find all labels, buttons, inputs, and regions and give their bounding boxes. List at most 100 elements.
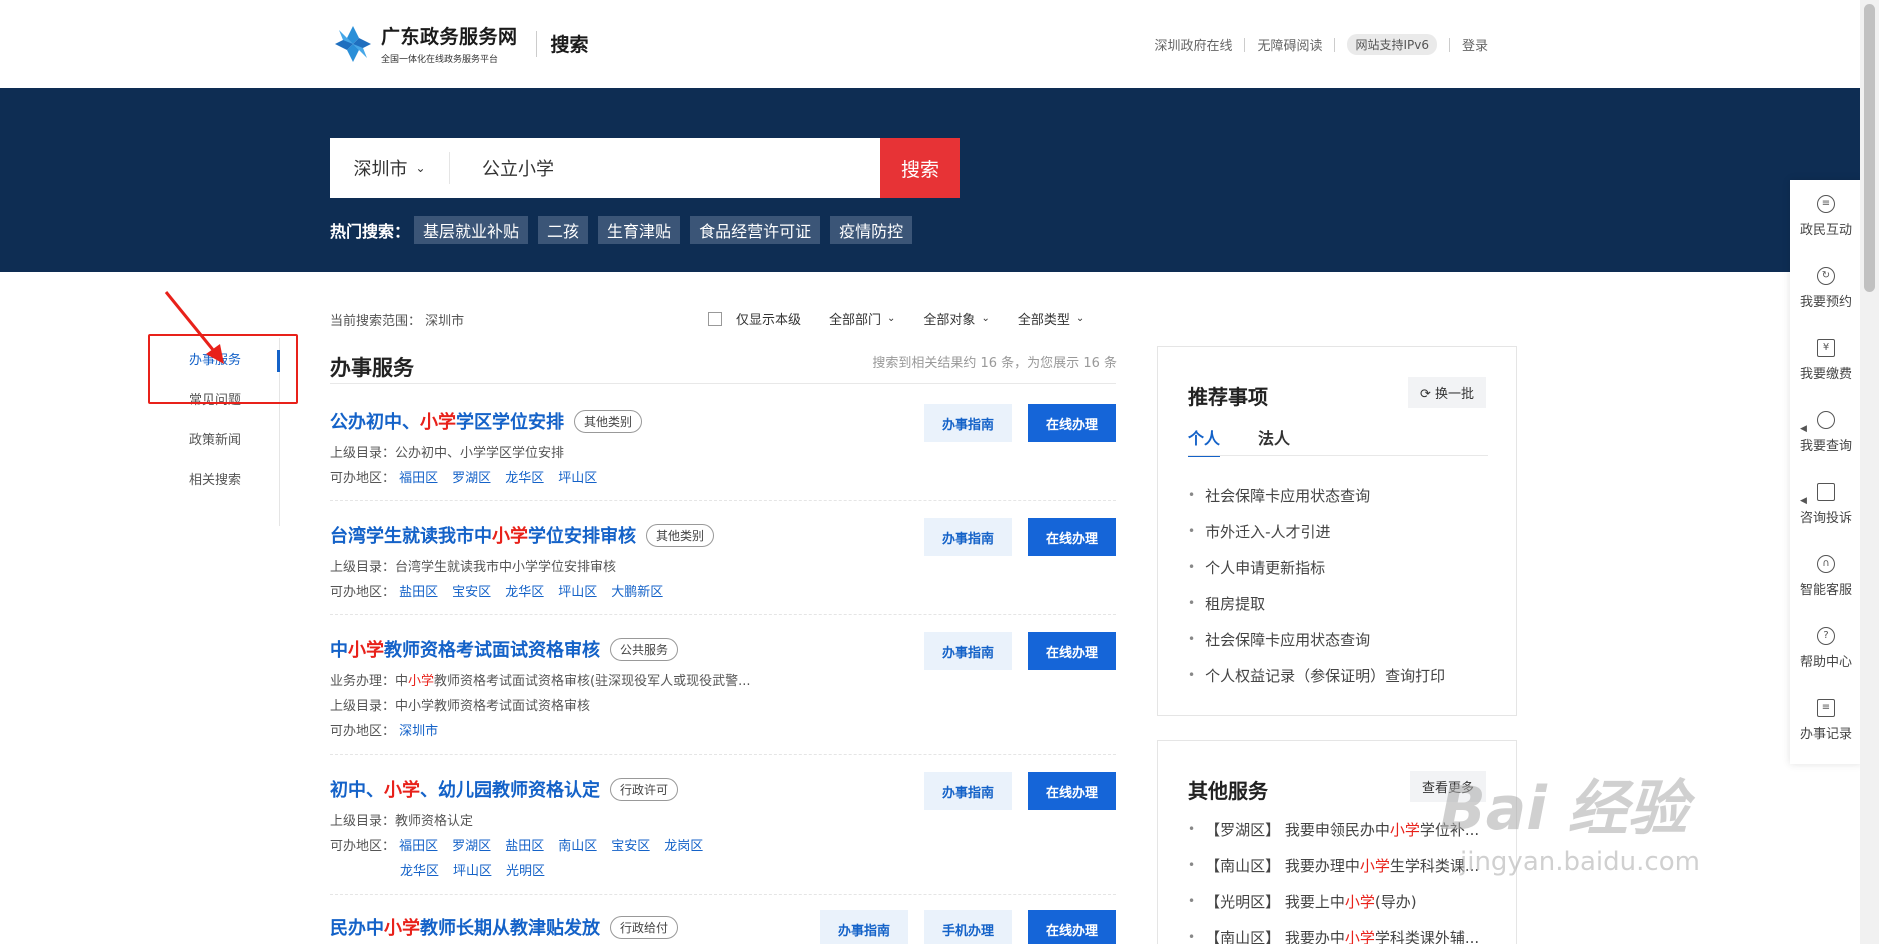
area-link[interactable]: 龙华区: [400, 864, 439, 879]
site-logo[interactable]: 广东政务服务网 全国一体化在线政务服务平台 搜索: [333, 22, 589, 65]
guide-button[interactable]: 办事指南: [924, 518, 1012, 556]
guide-button[interactable]: 办事指南: [924, 632, 1012, 670]
guide-button[interactable]: 办事指南: [820, 910, 908, 944]
search-input[interactable]: 公立小学: [450, 138, 880, 198]
hot-tag[interactable]: 生育津贴: [598, 216, 681, 244]
title-text: 公办初中、: [330, 412, 420, 433]
meta-label: 上级目录：: [330, 814, 396, 829]
toolbar-records[interactable]: ≡ 办事记录: [1790, 684, 1862, 756]
area-link[interactable]: 福田区: [399, 471, 438, 486]
filter-target[interactable]: 全部对象 ⌄: [923, 309, 989, 328]
watermark-sub: jingyan.baidu.com: [1460, 847, 1700, 877]
area-link[interactable]: 罗湖区: [452, 471, 491, 486]
refresh-icon: ⟳: [1419, 387, 1435, 402]
list-item[interactable]: 个人申请更新指标: [1188, 549, 1445, 585]
business-line: 业务办理：中小学教师资格考试面试资格审核(驻深现役军人或现役武警...: [330, 670, 1116, 689]
refresh-button[interactable]: ⟳ 换一批: [1407, 377, 1486, 408]
area-list: 可办地区： 深圳市: [330, 720, 1116, 739]
hot-tag[interactable]: 食品经营许可证: [690, 216, 821, 244]
divider: [330, 894, 1116, 895]
tab-legal[interactable]: 法人: [1258, 425, 1290, 457]
toolbar-help[interactable]: ? 帮助中心: [1790, 612, 1862, 684]
link-shenzhen-gov[interactable]: 深圳政府在线: [1154, 35, 1232, 54]
caret-left-icon: ◀: [1800, 496, 1807, 506]
area-link[interactable]: 坪山区: [453, 864, 492, 879]
recommend-list: 社会保障卡应用状态查询 市外迁入-人才引进 个人申请更新指标 租房提取 社会保障…: [1188, 477, 1445, 693]
area-link[interactable]: 罗湖区: [452, 839, 491, 854]
only-this-level-checkbox[interactable]: [708, 311, 722, 326]
area-link[interactable]: 深圳市: [399, 724, 438, 739]
meta-label: 可办地区：: [330, 839, 396, 854]
list-item[interactable]: 个人权益记录（参保证明）查询打印: [1188, 657, 1445, 693]
guide-button[interactable]: 办事指南: [924, 772, 1012, 810]
toolbar-complaint[interactable]: ◀ 咨询投诉: [1790, 468, 1862, 540]
online-button[interactable]: 在线办理: [1028, 404, 1116, 442]
parent-dir: 上级目录：中小学教师资格考试面试资格审核: [330, 695, 1116, 714]
online-button[interactable]: 在线办理: [1028, 772, 1116, 810]
chevron-down-icon: ⌄: [887, 313, 896, 324]
title-highlight: 小学: [420, 412, 456, 433]
only-this-level-label[interactable]: 仅显示本级: [736, 309, 801, 328]
hot-tag[interactable]: 基层就业补贴: [414, 216, 529, 244]
category-badge: 行政给付: [610, 915, 679, 939]
filter-dept[interactable]: 全部部门 ⌄: [829, 309, 895, 328]
area-link[interactable]: 坪山区: [558, 585, 597, 600]
mobile-button[interactable]: 手机办理: [924, 910, 1012, 944]
area-link[interactable]: 盐田区: [505, 839, 544, 854]
area-link[interactable]: 盐田区: [399, 585, 438, 600]
meta-value: 中: [395, 674, 409, 689]
area-link[interactable]: 光明区: [506, 864, 545, 879]
nav-item-related[interactable]: 相关搜索: [150, 458, 280, 498]
list-item[interactable]: 社会保障卡应用状态查询: [1188, 621, 1445, 657]
category-badge: 其他类别: [646, 523, 715, 547]
title-text: 初中、: [330, 780, 384, 801]
result-item: 中小学 教师资格考试面试资格审核 公共服务 业务办理：中小学教师资格考试面试资格审…: [330, 632, 1116, 739]
login-link[interactable]: 登录: [1462, 35, 1488, 54]
list-item[interactable]: 市外迁入-人才引进: [1188, 513, 1445, 549]
site-subtitle: 全国一体化在线政务服务平台: [381, 55, 499, 65]
divider: [330, 754, 1116, 755]
search-button[interactable]: 搜索: [880, 138, 960, 198]
item-text: 【南山区】 我要办理中: [1205, 856, 1360, 875]
toolbar-query[interactable]: ◀ 我要查询: [1790, 396, 1862, 468]
filter-bar: 仅显示本级 全部部门 ⌄ 全部对象 ⌄ 全部类型 ⌄: [708, 309, 1112, 328]
hot-tag[interactable]: 二孩: [538, 216, 589, 244]
list-item[interactable]: 【南山区】 我要办中小学学科类课外辅...: [1188, 919, 1498, 944]
online-button[interactable]: 在线办理: [1028, 910, 1116, 944]
link-accessibility[interactable]: 无障碍阅读: [1257, 35, 1322, 54]
clipboard-icon: ≡: [1817, 698, 1835, 717]
page-scrollbar[interactable]: [1860, 0, 1879, 944]
toolbar-appointment[interactable]: ↻ 我要预约: [1790, 252, 1862, 324]
guide-button[interactable]: 办事指南: [924, 404, 1012, 442]
hot-tag[interactable]: 疫情防控: [830, 216, 913, 244]
area-link[interactable]: 坪山区: [558, 471, 597, 486]
message-icon: [1817, 482, 1835, 501]
toolbar-interaction[interactable]: ≡ 政民互动: [1790, 180, 1862, 252]
toolbar-payment[interactable]: ¥ 我要缴费: [1790, 324, 1862, 396]
scrollbar-thumb[interactable]: [1864, 4, 1875, 292]
meta-label: 上级目录：: [330, 560, 396, 575]
city-select[interactable]: 深圳市 ⌄: [330, 152, 450, 184]
filter-type-label: 全部类型: [1017, 313, 1070, 328]
area-link[interactable]: 福田区: [399, 839, 438, 854]
divider: [1448, 37, 1450, 52]
filter-type[interactable]: 全部类型 ⌄: [1018, 309, 1084, 328]
area-link[interactable]: 宝安区: [452, 585, 491, 600]
area-link[interactable]: 南山区: [558, 839, 597, 854]
area-link[interactable]: 龙华区: [505, 585, 544, 600]
online-button[interactable]: 在线办理: [1028, 518, 1116, 556]
tab-personal[interactable]: 个人: [1188, 425, 1221, 457]
online-button[interactable]: 在线办理: [1028, 632, 1116, 670]
area-link[interactable]: 大鹏新区: [611, 585, 663, 600]
area-link[interactable]: 宝安区: [611, 839, 650, 854]
list-item[interactable]: 社会保障卡应用状态查询: [1188, 477, 1445, 513]
list-item[interactable]: 【光明区】 我要上中小学(导办): [1188, 883, 1498, 919]
toolbar-service[interactable]: ∩ 智能客服: [1790, 540, 1862, 612]
area-link[interactable]: 龙华区: [505, 471, 544, 486]
area-link[interactable]: 龙岗区: [664, 839, 703, 854]
list-item[interactable]: 租房提取: [1188, 585, 1445, 621]
filter-dept-label: 全部部门: [829, 313, 882, 328]
area-list: 龙华区 坪山区 光明区: [330, 860, 1116, 879]
item-highlight: 小学: [1344, 892, 1375, 911]
nav-item-news[interactable]: 政策新闻: [150, 418, 280, 458]
